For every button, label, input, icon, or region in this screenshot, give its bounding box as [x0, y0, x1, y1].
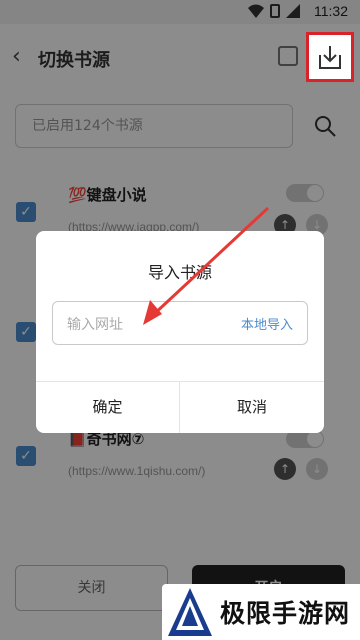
- import-source-dialog: 导入书源 输入网址 本地导入 确定 取消: [36, 231, 324, 433]
- url-input[interactable]: 输入网址: [67, 314, 123, 334]
- watermark-text: 极限手游网: [220, 599, 351, 628]
- confirm-button[interactable]: 确定: [36, 381, 179, 433]
- url-field[interactable]: 输入网址 本地导入: [52, 301, 308, 345]
- watermark: 极限手游网: [162, 584, 360, 640]
- cancel-button[interactable]: 取消: [180, 381, 324, 433]
- site-logo-icon: [168, 588, 212, 636]
- import-button-highlight[interactable]: [306, 32, 354, 82]
- download-icon: [319, 46, 341, 69]
- dialog-title: 导入书源: [147, 263, 212, 282]
- local-import-button[interactable]: 本地导入: [241, 314, 293, 333]
